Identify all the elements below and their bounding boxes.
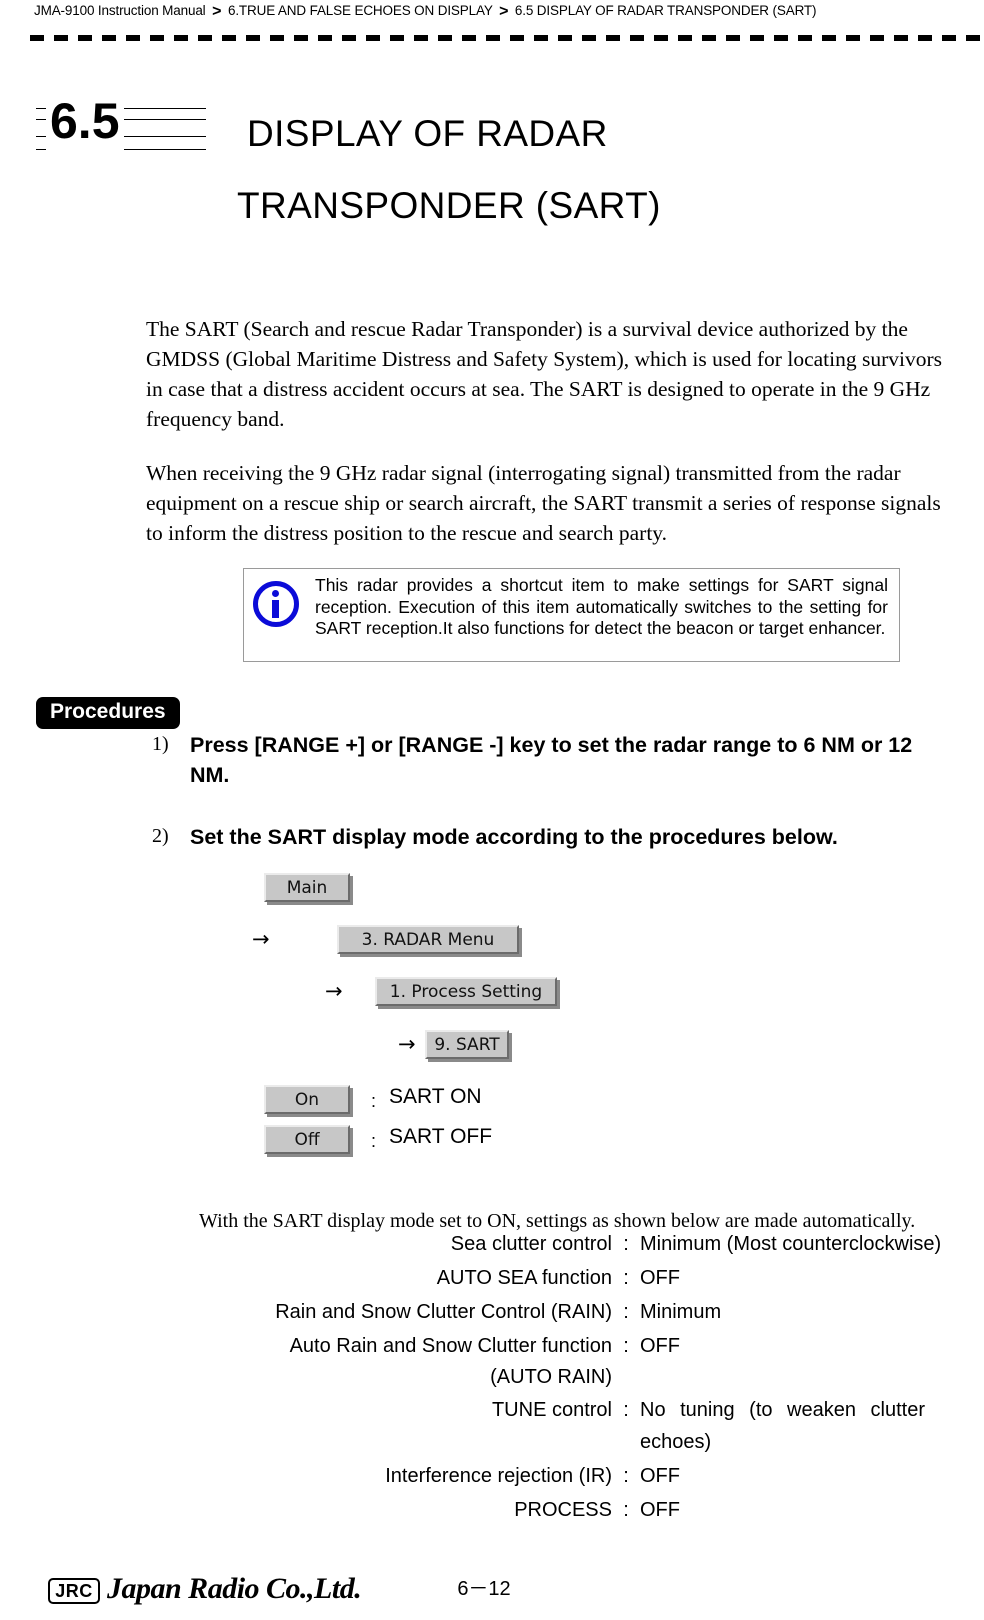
settings-row-label: TUNE control xyxy=(491,1399,612,1421)
section-number: 6.5 xyxy=(46,92,124,150)
step-2-number: 2) xyxy=(152,825,169,847)
settings-row-value: OFF xyxy=(640,1465,680,1487)
breadcrumb-chapter: 6.TRUE AND FALSE ECHOES ON DISPLAY xyxy=(227,3,493,18)
info-note-text: This radar provides a shortcut item to m… xyxy=(315,575,888,638)
settings-row-value: Minimum (Most counterclockwise) xyxy=(640,1233,942,1255)
menu-button-sart[interactable]: 9. SART xyxy=(425,1030,509,1059)
step-1-text: Press [RANGE +] or [RANGE -] key to set … xyxy=(190,733,913,787)
settings-row-label-sub: (AUTO RAIN) xyxy=(490,1366,612,1388)
settings-row: AUTO SEA function: OFF xyxy=(200,1262,945,1294)
page-title-line-1: DISPLAY OF RADAR xyxy=(247,113,608,154)
settings-row-colon: : xyxy=(623,1499,629,1521)
menu-button-off[interactable]: Off xyxy=(264,1125,350,1154)
settings-row: TUNE control: No tuning (to weaken clutte… xyxy=(200,1394,945,1458)
company-name: Japan Radio Co.,Ltd. xyxy=(107,1572,362,1605)
breadcrumb-separator-1: > xyxy=(212,3,222,20)
chain-arrow-2: → xyxy=(325,979,343,1003)
breadcrumb-section: 6.5 DISPLAY OF RADAR TRANSPONDER (SART) xyxy=(514,3,817,18)
auto-settings-table: Sea clutter control: Minimum (Most counte… xyxy=(200,1228,945,1528)
settings-row: Interference rejection (IR): OFF xyxy=(200,1460,945,1492)
settings-row-label: Auto Rain and Snow Clutter function (AUTO… xyxy=(200,1330,612,1392)
settings-row-colon: : xyxy=(623,1233,629,1255)
intro-paragraph-2: When receiving the 9 GHz radar signal (i… xyxy=(146,461,941,545)
info-icon xyxy=(253,581,299,627)
settings-row-colon: : xyxy=(623,1465,629,1487)
settings-row: Auto Rain and Snow Clutter function (AUTO… xyxy=(200,1330,945,1392)
settings-row-colon: : xyxy=(623,1335,629,1357)
off-option-colon: : xyxy=(371,1131,377,1151)
menu-button-on[interactable]: On xyxy=(264,1085,350,1114)
intro-paragraph-1: The SART (Search and rescue Radar Transp… xyxy=(146,317,943,431)
chain-arrow-1: → xyxy=(252,927,270,951)
step-2-text: Set the SART display mode according to t… xyxy=(190,825,838,849)
breadcrumb: JMA-9100 Instruction Manual > 6.TRUE AND… xyxy=(34,0,954,22)
breadcrumb-separator-2: > xyxy=(499,3,509,20)
page-number: 6－12 xyxy=(457,1578,511,1600)
header-dashed-rule xyxy=(30,35,984,41)
settings-row-label: PROCESS xyxy=(514,1499,612,1521)
settings-row-colon: : xyxy=(623,1399,629,1421)
info-icon-stem xyxy=(272,600,279,618)
settings-row-value: OFF xyxy=(640,1267,680,1289)
settings-row-value: OFF xyxy=(640,1335,680,1357)
settings-row-colon: : xyxy=(623,1267,629,1289)
settings-row: Sea clutter control: Minimum (Most counte… xyxy=(200,1228,945,1260)
on-option-description: SART ON xyxy=(389,1085,482,1108)
settings-row: Rain and Snow Clutter Control (RAIN): Min… xyxy=(200,1296,945,1328)
settings-row-colon: : xyxy=(623,1301,629,1323)
settings-row-label: Sea clutter control xyxy=(450,1233,612,1255)
chain-arrow-3: → xyxy=(398,1032,416,1056)
page-title-line-2: TRANSPONDER (SART) xyxy=(237,185,661,226)
info-note-box: This radar provides a shortcut item to m… xyxy=(243,568,900,662)
menu-button-main[interactable]: Main xyxy=(264,873,350,902)
on-option-colon: : xyxy=(371,1091,377,1111)
settings-row-label: Rain and Snow Clutter Control (RAIN) xyxy=(275,1301,612,1323)
section-number-block: 6.5 xyxy=(36,92,206,158)
breadcrumb-manual: JMA-9100 Instruction Manual xyxy=(34,3,206,18)
settings-row-label: Interference rejection (IR) xyxy=(385,1465,612,1487)
settings-row-label: AUTO SEA function xyxy=(436,1267,612,1289)
settings-row: PROCESS: OFF xyxy=(200,1494,945,1526)
menu-button-radar-menu[interactable]: 3. RADAR Menu xyxy=(337,925,519,954)
menu-button-process-setting[interactable]: 1. Process Setting xyxy=(375,977,557,1006)
settings-row-value: No tuning (to weaken clutter echoes) xyxy=(640,1399,925,1453)
info-icon-dot xyxy=(272,590,279,597)
settings-row-value: OFF xyxy=(640,1499,680,1521)
procedures-tag: Procedures xyxy=(36,697,180,729)
off-option-description: SART OFF xyxy=(389,1125,493,1148)
step-1-number: 1) xyxy=(152,733,169,755)
settings-row-value: Minimum xyxy=(640,1301,722,1323)
jrc-logo-mark: JRC xyxy=(48,1578,100,1604)
